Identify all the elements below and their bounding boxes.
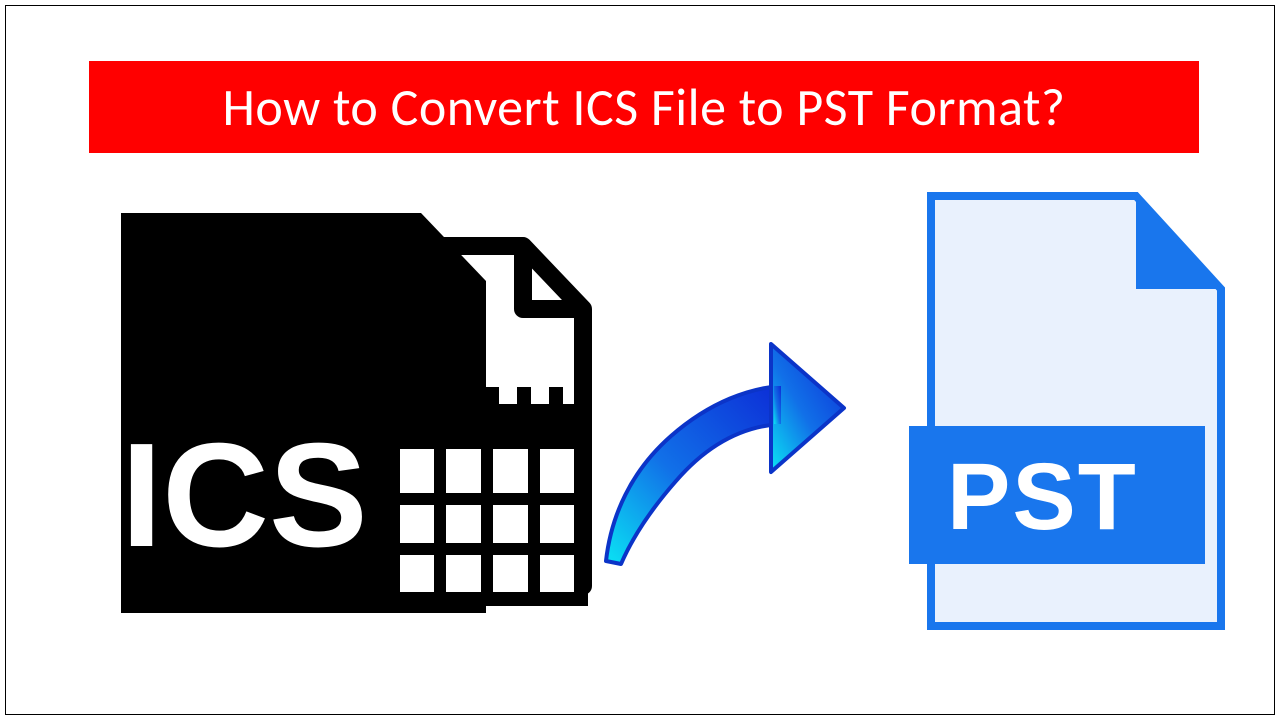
headline-text: How to Convert ICS File to PST Format? bbox=[222, 75, 1065, 139]
headline-banner: How to Convert ICS File to PST Format? bbox=[89, 61, 1199, 153]
pst-label: PST bbox=[947, 444, 1138, 550]
ics-label: ICS bbox=[121, 413, 368, 578]
arrow-icon bbox=[576, 316, 856, 576]
canvas-border: How to Convert ICS File to PST Format? I… bbox=[5, 5, 1275, 715]
ics-file-icon: ICS bbox=[91, 191, 601, 621]
pst-file-icon: PST bbox=[901, 181, 1241, 636]
